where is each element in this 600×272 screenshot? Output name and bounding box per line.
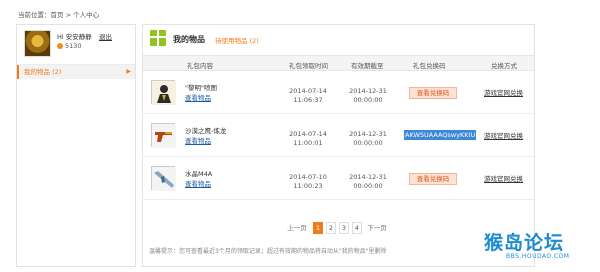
claim-clock: 11:00:01	[293, 139, 323, 147]
avatar[interactable]	[24, 30, 51, 57]
claim-date: 2014-07-14	[289, 130, 327, 138]
claim-clock: 11:00:23	[293, 182, 323, 190]
page-button-3[interactable]: 3	[339, 222, 349, 234]
column-header-content: 礼包内容	[187, 62, 213, 70]
column-header-claim-time: 礼包领取时间	[289, 62, 328, 70]
expiry-date: 2014-12-31	[349, 173, 387, 181]
expiry-date: 2014-12-31	[349, 87, 387, 95]
expiry-time: 2014-12-31 00:00:00	[343, 130, 393, 148]
column-header-code: 礼包兑换码	[413, 62, 446, 70]
page-title: 我的物品	[173, 35, 205, 44]
pending-items-link[interactable]: 待使用物品 (2)	[215, 35, 259, 45]
view-item-link[interactable]: 查看物品	[185, 92, 211, 102]
item-name: "黎明"喷图	[185, 84, 217, 92]
breadcrumb: 当前位置：首页 > 个人中心	[18, 11, 100, 19]
view-item-link[interactable]: 查看物品	[185, 135, 211, 145]
page-button-4[interactable]: 4	[352, 222, 362, 234]
claim-clock: 11:06:37	[293, 96, 323, 104]
coin-amount: 5130	[65, 42, 82, 50]
table-row: 沙漠之鹰-炼龙 查看物品 2014-07-14 11:00:01 2014-12…	[143, 115, 534, 157]
expiry-time: 2014-12-31 00:00:00	[343, 87, 393, 105]
panel-header: 我的物品 待使用物品 (2)	[143, 25, 534, 55]
notice-text: 温馨提示：您可查看最近3个月的领取记录；超过有效期的物品将自动从"我的物品"里删…	[149, 248, 387, 255]
next-page-button[interactable]: 下一页	[366, 222, 388, 234]
exchange-link[interactable]: 游戏官网兑换	[484, 173, 523, 183]
sidebar-item-label: 我的物品	[24, 68, 50, 76]
coin-icon	[57, 43, 63, 49]
claim-time: 2014-07-14 11:06:37	[283, 87, 333, 105]
claim-time: 2014-07-14 11:00:01	[283, 130, 333, 148]
sidebar: Hi 安安静静 退出 5130 我的物品 (2) ▶	[16, 24, 136, 267]
claim-date: 2014-07-14	[289, 87, 327, 95]
user-name: Hi 安安静静	[57, 33, 92, 41]
user-box: Hi 安安静静 退出 5130	[17, 25, 135, 65]
expiry-clock: 00:00:00	[353, 96, 383, 104]
figure-icon	[152, 81, 176, 105]
table-header: 礼包内容 礼包领取时间 有效期截至 礼包兑换码 兑换方式	[143, 55, 534, 71]
pistol-icon	[152, 124, 176, 148]
page-button-2[interactable]: 2	[326, 222, 336, 234]
item-name: 水晶M4A	[185, 170, 213, 178]
prev-page-button[interactable]: 上一页	[286, 222, 308, 234]
sidebar-item-my-items[interactable]: 我的物品 (2) ▶	[17, 65, 135, 79]
gift-icon	[150, 30, 166, 46]
table-row: 水晶M4A 查看物品 2014-07-10 11:00:23 2014-12-3…	[143, 158, 534, 200]
item-thumbnail[interactable]	[151, 166, 176, 191]
page-button-1[interactable]: 1	[313, 222, 323, 234]
column-header-expiry: 有效期截至	[351, 62, 384, 70]
watermark-logo: 猴岛论坛 BBS.HOUDAO.COM	[482, 228, 600, 272]
item-thumbnail[interactable]	[151, 80, 176, 105]
expiry-clock: 00:00:00	[353, 139, 383, 147]
redeem-code[interactable]: AKWSUAAAQswyKKIU	[404, 130, 477, 140]
expiry-date: 2014-12-31	[349, 130, 387, 138]
rifle-icon	[152, 167, 176, 191]
watermark-title: 猴岛论坛	[484, 232, 565, 254]
expiry-time: 2014-12-31 00:00:00	[343, 173, 393, 191]
expiry-clock: 00:00:00	[353, 182, 383, 190]
exchange-link[interactable]: 游戏官网兑换	[484, 87, 523, 97]
sidebar-item-count: (2)	[52, 68, 62, 76]
view-code-button[interactable]: 查看兑换码	[409, 173, 457, 185]
coin-balance: 5130	[57, 42, 82, 50]
claim-date: 2014-07-10	[289, 173, 327, 181]
item-name: 沙漠之鹰-炼龙	[185, 127, 227, 135]
table-row: "黎明"喷图 查看物品 2014-07-14 11:06:37 2014-12-…	[143, 72, 534, 114]
view-code-button[interactable]: 查看兑换码	[409, 87, 457, 99]
logout-link[interactable]: 退出	[99, 31, 112, 41]
exchange-link[interactable]: 游戏官网兑换	[484, 130, 523, 140]
chevron-right-icon: ▶	[126, 68, 131, 75]
view-item-link[interactable]: 查看物品	[185, 178, 211, 188]
watermark-url: BBS.HOUDAO.COM	[506, 253, 570, 260]
item-thumbnail[interactable]	[151, 123, 176, 148]
claim-time: 2014-07-10 11:00:23	[283, 173, 333, 191]
column-header-exchange-method: 兑换方式	[491, 62, 517, 70]
my-items-panel: 我的物品 待使用物品 (2) 礼包内容 礼包领取时间 有效期截至 礼包兑换码 兑…	[142, 24, 535, 267]
